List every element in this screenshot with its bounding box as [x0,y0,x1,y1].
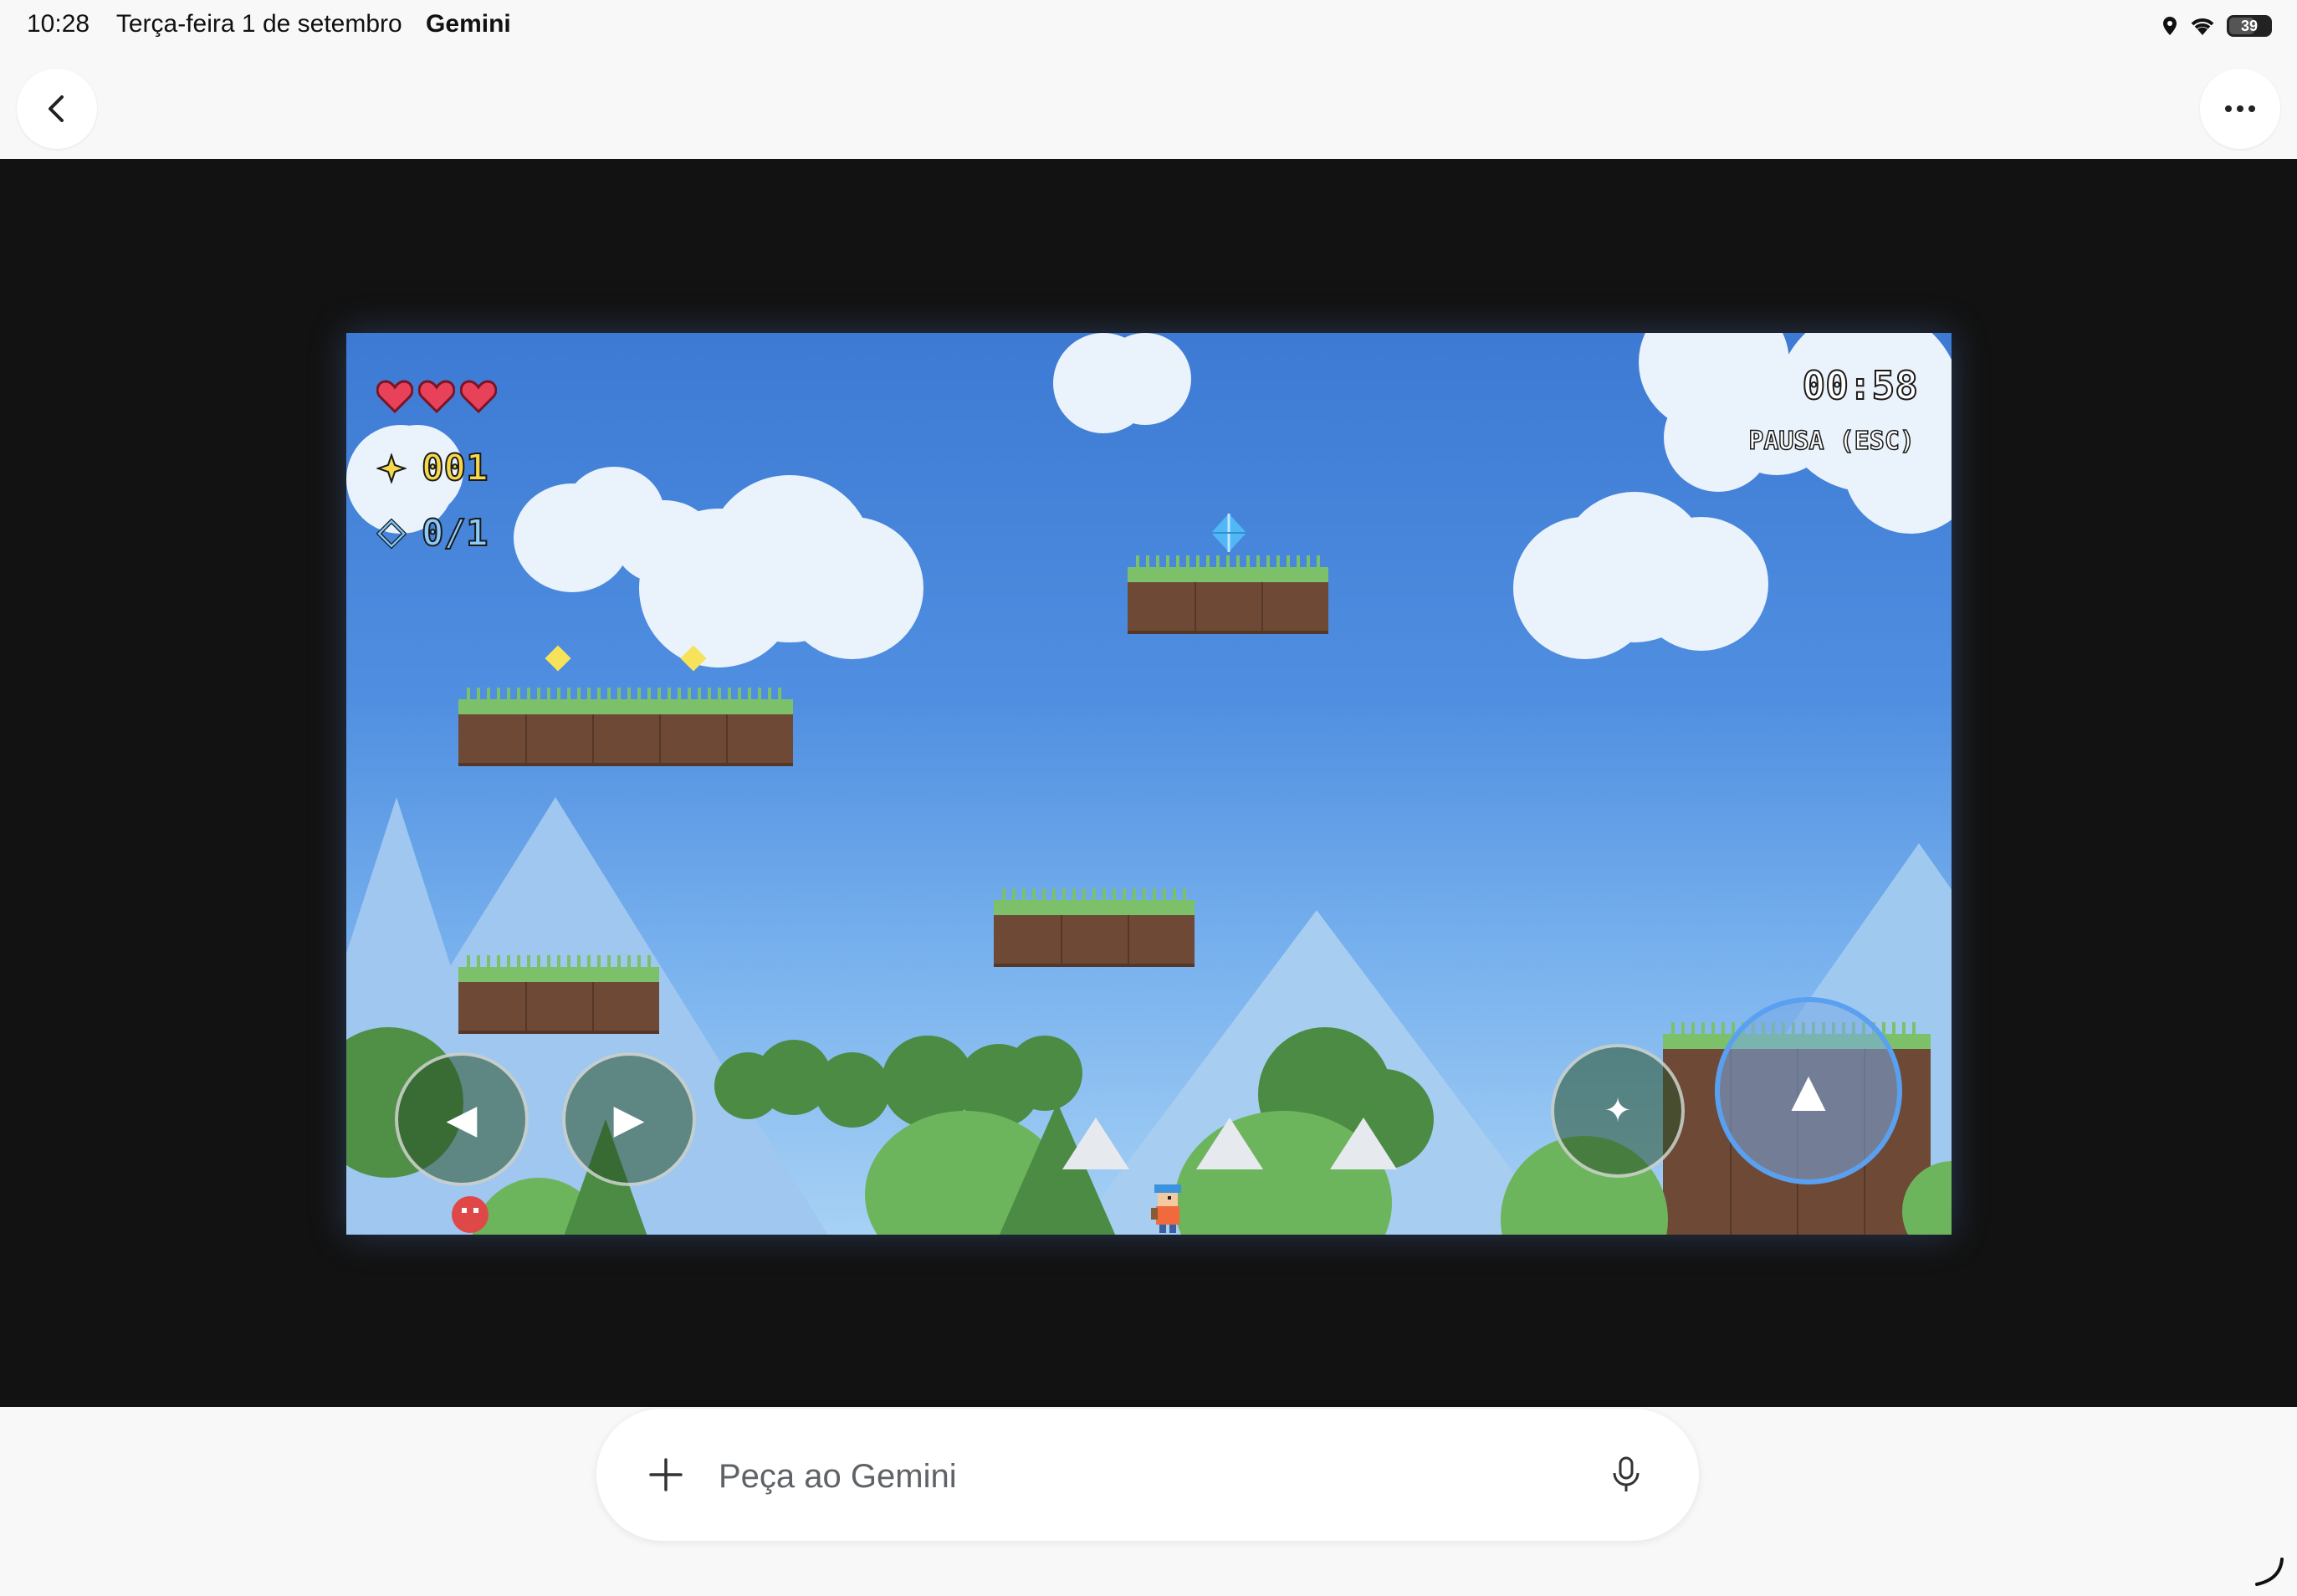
cloud [1635,517,1768,651]
tile-divider [1128,915,1129,967]
tile-divider [592,982,594,1034]
pause-button[interactable]: PAUSA (ESC) [1748,426,1916,457]
heart-icon [460,380,497,413]
back-button[interactable] [17,69,97,149]
battery-percent: 39 [2240,17,2259,34]
spike-hazard [1196,1118,1263,1169]
status-left: 10:28 Terça-feira 1 de setembro Gemini [27,10,511,38]
plus-icon [649,1458,683,1491]
top-nav [0,54,2297,159]
status-app-name: Gemini [426,10,511,38]
game-canvas[interactable]: 001 0/1 00:58 PAUSA (ESC) ◀ ▶ ✦ ▲ [346,333,1952,1235]
jump-button[interactable]: ▲ [1715,997,1902,1184]
add-attachment-button[interactable] [638,1447,693,1502]
cloud [1099,333,1191,425]
coin-count: 001 [421,446,489,490]
resize-handle-icon [2255,1558,2284,1586]
tile-divider [659,714,661,766]
coin-counter: 001 [376,446,489,490]
move-left-button[interactable]: ◀ [395,1052,529,1186]
arrow-left-icon: ◀ [446,1097,478,1142]
prompt-input[interactable] [717,1450,1507,1502]
status-time: 10:28 [27,10,90,38]
sparkle-icon [376,453,407,483]
chevron-left-icon [49,95,64,122]
grass [467,955,651,967]
arrow-up-icon: ▲ [1779,1058,1838,1123]
game-wrapper: 001 0/1 00:58 PAUSA (ESC) ◀ ▶ ✦ ▲ [0,159,2297,1407]
tile-divider [1195,582,1196,634]
gem-counter: 0/1 [376,511,489,555]
tile-divider [1061,915,1062,967]
grass [1136,555,1320,567]
enemy-slime [452,1196,489,1233]
status-right: 39 [2161,12,2272,40]
battery-icon: 39 [2227,15,2272,37]
bush [815,1052,890,1128]
heart-icon [418,380,455,413]
grass [1002,888,1186,900]
game-timer: 00:58 [1802,362,1919,409]
coin [545,645,571,672]
tile-divider [726,714,728,766]
action-button[interactable]: ✦ [1551,1044,1685,1178]
tile-divider [525,982,527,1034]
bush [1007,1036,1082,1111]
gem-outline-icon [376,518,407,549]
tile-divider [525,714,527,766]
move-right-button[interactable]: ▶ [562,1052,696,1186]
grass [467,688,785,699]
heart-icon [376,380,413,413]
spike-hazard [1062,1118,1129,1169]
microphone-icon [1613,1456,1640,1491]
spike-hazard [1330,1118,1397,1169]
platform [994,888,1195,967]
tile-divider [1261,582,1263,634]
cloud [781,517,923,659]
sparkle-action-icon: ✦ [1604,1092,1632,1129]
player-character [1151,1184,1181,1233]
wifi-icon [2191,18,2214,35]
microphone-button[interactable] [1599,1447,1654,1502]
platform [458,688,793,766]
chat-input-bar [596,1409,1699,1541]
gem-count: 0/1 [421,511,489,555]
blue-gem [1211,514,1246,552]
more-horizontal-icon [2225,105,2255,112]
location-icon [2163,17,2177,35]
platform [1128,555,1328,634]
arrow-right-icon: ▶ [613,1097,645,1142]
status-date: Terça-feira 1 de setembro [115,10,402,38]
tile-divider [592,714,594,766]
more-options-button[interactable] [2200,69,2280,149]
status-bar: 10:28 Terça-feira 1 de setembro Gemini 3… [0,0,2297,54]
hearts-display [376,380,497,413]
platform [458,955,659,1034]
